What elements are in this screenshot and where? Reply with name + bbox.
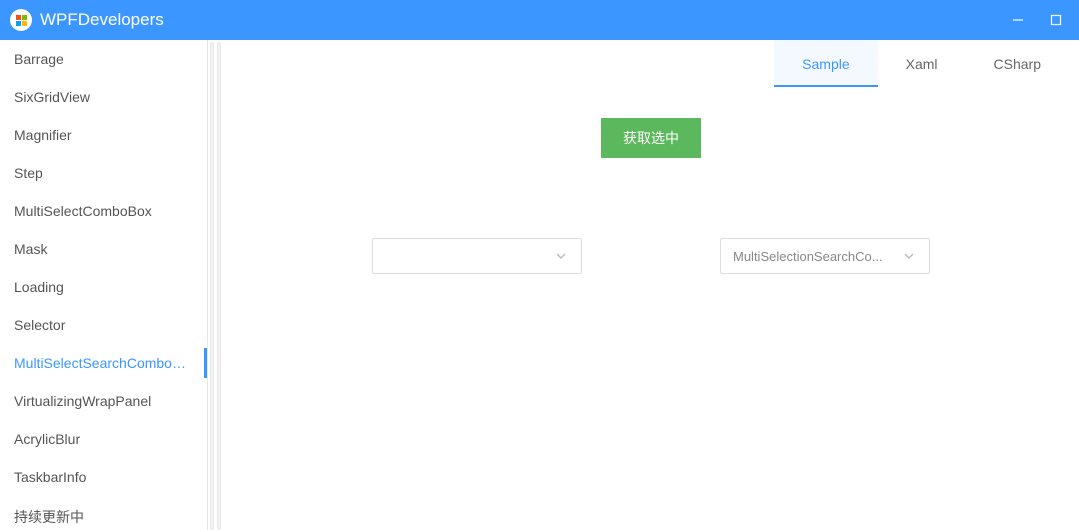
sidebar-item-label: Selector (14, 317, 65, 333)
app-logo-icon (10, 9, 32, 31)
main: Sample Xaml CSharp 获取选中 MultiSelectionSear… (223, 40, 1079, 530)
sidebar-item[interactable]: TaskbarInfo (0, 458, 207, 496)
sidebar-item[interactable]: MultiSelectSearchComboBox (0, 344, 207, 382)
tab-label: Sample (802, 56, 849, 72)
sidebar-item[interactable]: Loading (0, 268, 207, 306)
content: 获取选中 MultiSelectionSearchCo... (223, 88, 1079, 530)
splitter[interactable] (208, 40, 223, 530)
titlebar: WPFDevelopers (0, 0, 1079, 40)
sidebar: Barrage SixGridView Magnifier Step MultiSele… (0, 40, 208, 530)
sidebar-item-label: VirtualizingWrapPanel (14, 393, 151, 409)
tab-label: Xaml (906, 56, 938, 72)
sidebar-item[interactable]: MultiSelectComboBox (0, 192, 207, 230)
sidebar-item-label: AcrylicBlur (14, 431, 80, 447)
sidebar-item-label: SixGridView (14, 89, 90, 105)
app-window: WPFDevelopers Barrage SixGridView Magnifie… (0, 0, 1079, 530)
app-title: WPFDevelopers (40, 10, 164, 30)
tab[interactable]: CSharp (966, 40, 1069, 87)
tab-label: CSharp (994, 56, 1041, 72)
sidebar-item[interactable]: Barrage (0, 40, 207, 78)
sidebar-item-label: Step (14, 165, 43, 181)
sidebar-item-label: Loading (14, 279, 64, 295)
sidebar-item[interactable]: Selector (0, 306, 207, 344)
sidebar-item-label: Magnifier (14, 127, 72, 143)
sidebar-item[interactable]: 持续更新中 (0, 496, 207, 530)
splitter-rail (210, 42, 214, 530)
multi-select-combo-2[interactable]: MultiSelectionSearchCo... (720, 238, 930, 274)
sidebar-item[interactable]: SixGridView (0, 78, 207, 116)
sidebar-item[interactable]: AcrylicBlur (0, 420, 207, 458)
chevron-down-icon (901, 253, 917, 259)
splitter-rail (217, 42, 221, 530)
sidebar-item-label: MultiSelectSearchComboBox (14, 355, 196, 371)
maximize-button[interactable] (1049, 13, 1063, 27)
sidebar-item-label: TaskbarInfo (14, 469, 86, 485)
combo-2-text: MultiSelectionSearchCo... (733, 249, 901, 264)
sidebar-item[interactable]: Step (0, 154, 207, 192)
combo-row: MultiSelectionSearchCo... (223, 238, 1079, 274)
get-selection-button[interactable]: 获取选中 (601, 118, 701, 158)
sidebar-item-label: MultiSelectComboBox (14, 203, 152, 219)
sidebar-item-label: Mask (14, 241, 47, 257)
body: Barrage SixGridView Magnifier Step MultiSele… (0, 40, 1079, 530)
sidebar-item[interactable]: VirtualizingWrapPanel (0, 382, 207, 420)
chevron-down-icon (553, 253, 569, 259)
window-controls (1011, 13, 1071, 27)
tab[interactable]: Sample (774, 40, 877, 87)
sidebar-item[interactable]: Mask (0, 230, 207, 268)
tab[interactable]: Xaml (878, 40, 966, 87)
minimize-button[interactable] (1011, 13, 1025, 27)
sidebar-item[interactable]: Magnifier (0, 116, 207, 154)
sidebar-item-label: Barrage (14, 51, 64, 67)
multi-select-combo-1[interactable] (372, 238, 582, 274)
sidebar-item-label: 持续更新中 (14, 509, 84, 525)
tab-bar: Sample Xaml CSharp (223, 40, 1079, 88)
